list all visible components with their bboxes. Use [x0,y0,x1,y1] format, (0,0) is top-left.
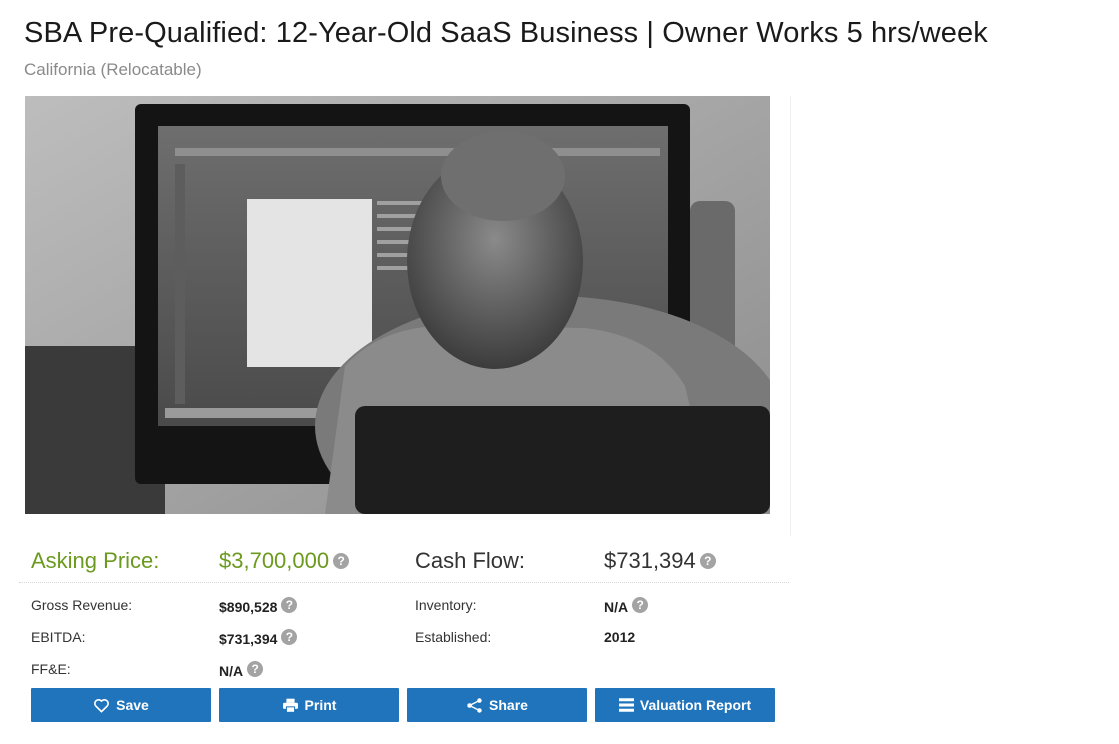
inventory-value: N/A? [604,597,649,615]
asking-price-amount: $3,700,000 [219,548,330,573]
asking-price-label: Asking Price: [31,548,160,573]
established-label: Established: [415,629,492,645]
gross-revenue-label: Gross Revenue: [31,597,133,613]
help-icon[interactable]: ? [281,629,298,645]
ffe-value: N/A? [219,661,264,679]
photo-frame-edge [770,96,791,536]
print-button-label: Print [304,697,337,713]
listing-photo[interactable] [25,96,770,514]
listing-location: California (Relocatable) [24,60,202,79]
help-icon[interactable]: ? [247,661,264,677]
share-button[interactable]: Share [407,688,587,722]
cash-flow-amount: $731,394 [604,548,696,573]
help-icon[interactable]: ? [333,553,350,569]
printer-icon [282,698,299,713]
share-icon [466,697,483,714]
gross-revenue-value: $890,528? [219,597,298,615]
valuation-report-button-label: Valuation Report [639,697,752,713]
help-icon[interactable]: ? [281,597,298,613]
heart-icon [93,698,110,713]
cash-flow-value: $731,394? [604,548,716,574]
primary-financials-row: Asking Price: $3,700,000? Cash Flow: $73… [19,538,789,583]
inventory-amount: N/A [604,599,629,615]
ebitda-value: $731,394? [219,629,298,647]
help-icon[interactable]: ? [632,597,649,613]
share-button-label: Share [489,697,528,713]
ffe-label: FF&E: [31,661,71,677]
print-button[interactable]: Print [219,688,399,722]
listing-title: SBA Pre-Qualified: 12-Year-Old SaaS Busi… [24,17,988,49]
list-icon [618,698,634,712]
valuation-report-button[interactable]: Valuation Report [595,688,775,722]
help-icon[interactable]: ? [699,553,716,569]
cash-flow-label: Cash Flow: [415,548,526,573]
asking-price-value: $3,700,000? [219,548,350,574]
inventory-label: Inventory: [415,597,477,613]
save-button-label: Save [116,697,149,713]
ebitda-amount: $731,394 [219,631,278,647]
save-button[interactable]: Save [31,688,211,722]
established-value: 2012 [604,629,636,645]
ffe-amount: N/A [219,663,244,679]
ebitda-label: EBITDA: [31,629,86,645]
listing-photo-image [25,96,770,514]
gross-revenue-amount: $890,528 [219,599,278,615]
